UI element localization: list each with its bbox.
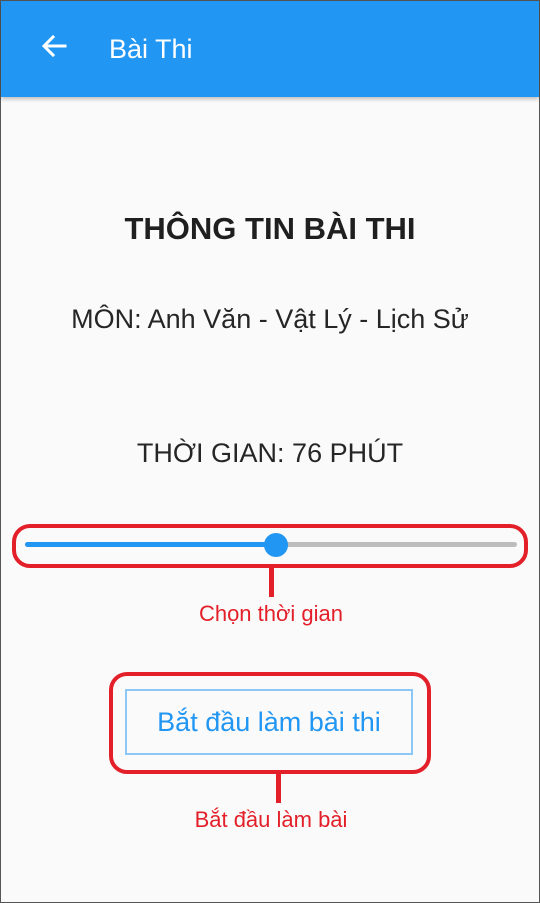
button-callout-line [276,773,281,803]
app-bar: Bài Thi [1,1,539,97]
button-callout-label: Bắt đầu làm bài [194,807,348,832]
arrow-left-icon [41,33,67,64]
button-highlight-box [109,672,431,774]
slider-highlight-box [12,524,528,568]
slider-callout-label: Chọn thời gian [198,601,344,626]
slider-callout-line [269,567,274,597]
subject-text: MÔN: Anh Văn - Vật Lý - Lịch Sử [71,304,469,334]
back-button[interactable] [31,25,77,71]
page-title: Bài Thi [109,34,193,64]
exam-info-heading: THÔNG TIN BÀI THI [124,211,416,246]
time-text: THỜI GIAN: 76 PHÚT [136,438,404,468]
